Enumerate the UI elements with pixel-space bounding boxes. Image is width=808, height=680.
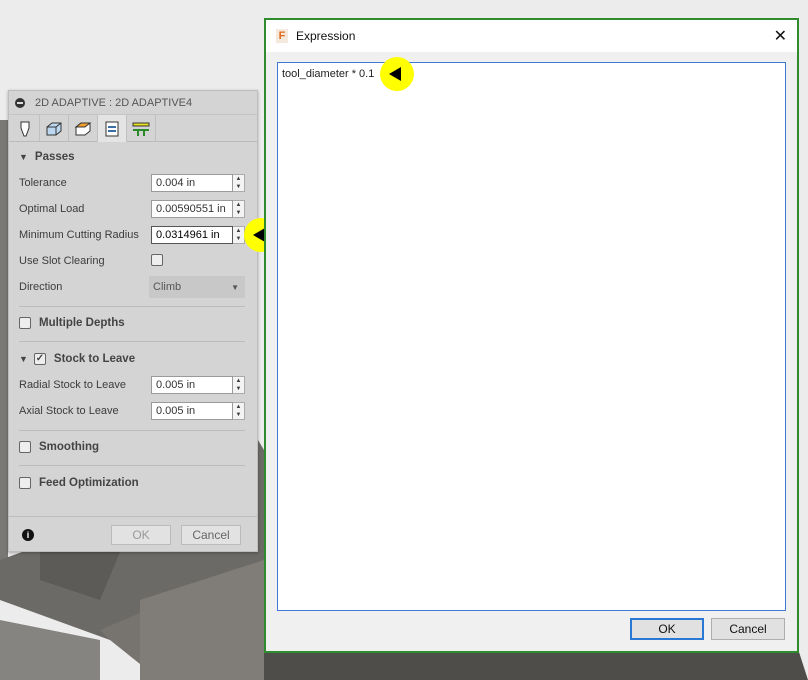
radial-stock-row: Radial Stock to Leave 0.005 in ▲ ▼ <box>19 375 245 395</box>
feed-optimization-label: Feed Optimization <box>39 477 139 489</box>
direction-value: Climb <box>153 281 182 293</box>
panel-header: 2D ADAPTIVE : 2D ADAPTIVE4 <box>9 91 257 115</box>
divider <box>19 341 245 342</box>
divider <box>9 516 257 517</box>
close-icon[interactable]: ✕ <box>774 26 787 46</box>
stock-heading: Stock to Leave <box>53 353 136 365</box>
passes-section-header[interactable]: ▼ Passes <box>19 151 75 163</box>
smoothing-section[interactable]: Smoothing <box>19 441 99 453</box>
smoothing-checkbox[interactable] <box>19 441 31 453</box>
min-radius-label: Minimum Cutting Radius <box>19 229 139 241</box>
divider <box>19 465 245 466</box>
axial-stock-spinner[interactable]: ▲ ▼ <box>233 402 245 420</box>
stock-section-header[interactable]: ▼ ✓ Stock to Leave <box>19 353 135 365</box>
geometry-icon <box>46 122 62 135</box>
dialog-ok-button[interactable]: OK <box>630 618 704 640</box>
radial-stock-spinner[interactable]: ▲ ▼ <box>233 376 245 394</box>
feed-optimization-section[interactable]: Feed Optimization <box>19 477 139 489</box>
panel-title: 2D ADAPTIVE : 2D ADAPTIVE4 <box>35 96 193 109</box>
callout-marker-icon <box>380 57 414 91</box>
panel-ok-button[interactable]: OK <box>111 525 171 545</box>
heights-tab[interactable] <box>69 115 98 142</box>
tolerance-spinner[interactable]: ▲ ▼ <box>233 174 245 192</box>
dialog-titlebar: F Expression ✕ <box>266 20 797 52</box>
heights-icon <box>74 122 92 135</box>
expression-input[interactable]: tool_diameter * 0.1 <box>277 62 786 611</box>
tolerance-row: Tolerance 0.004 in ▲ ▼ <box>19 173 245 193</box>
geometry-tab[interactable] <box>40 115 69 142</box>
adaptive-panel: 2D ADAPTIVE : 2D ADAPTIVE4 ▼ Passes Toler… <box>8 90 258 552</box>
optimal-load-input[interactable]: 0.00590551 in <box>151 200 233 218</box>
radial-stock-input[interactable]: 0.005 in <box>151 376 233 394</box>
info-icon[interactable]: i <box>22 529 34 541</box>
stock-checkbox[interactable]: ✓ <box>33 353 46 365</box>
smoothing-label: Smoothing <box>39 441 100 453</box>
tool-icon <box>20 121 30 136</box>
passes-icon <box>105 121 119 136</box>
panel-tabs <box>9 115 257 142</box>
slot-clearing-label: Use Slot Clearing <box>19 255 105 267</box>
app-logo-icon: F <box>276 29 288 43</box>
chevron-down-icon: ▼ <box>231 282 239 292</box>
min-radius-row: Minimum Cutting Radius 0.0314961 in ▲ ▼ <box>19 225 245 245</box>
multiple-depths-checkbox[interactable] <box>19 317 31 329</box>
passes-tab[interactable] <box>98 115 127 142</box>
optimal-load-row: Optimal Load 0.00590551 in ▲ ▼ <box>19 199 245 219</box>
optimal-load-label: Optimal Load <box>19 203 85 215</box>
radial-stock-label: Radial Stock to Leave <box>19 379 127 391</box>
tool-tab[interactable] <box>11 115 40 142</box>
multiple-depths-section[interactable]: Multiple Depths <box>19 317 125 329</box>
direction-row: Direction Climb ▼ <box>19 276 245 298</box>
multiple-depths-label: Multiple Depths <box>39 317 125 329</box>
expression-dialog: F Expression ✕ tool_diameter * 0.1 OK Ca… <box>264 18 799 653</box>
direction-label: Direction <box>19 281 63 293</box>
tolerance-input[interactable]: 0.004 in <box>151 174 233 192</box>
min-radius-input[interactable]: 0.0314961 in <box>151 226 233 244</box>
slot-clearing-row: Use Slot Clearing <box>19 251 245 271</box>
feed-optimization-checkbox[interactable] <box>19 477 31 489</box>
optimal-load-spinner[interactable]: ▲ ▼ <box>233 200 245 218</box>
axial-stock-input[interactable]: 0.005 in <box>151 402 233 420</box>
panel-cancel-button[interactable]: Cancel <box>181 525 241 545</box>
expression-text: tool_diameter * 0.1 <box>282 68 375 80</box>
dialog-cancel-button[interactable]: Cancel <box>711 618 785 640</box>
slot-clearing-checkbox[interactable] <box>151 253 163 266</box>
linking-tab[interactable] <box>127 115 156 142</box>
dialog-title: Expression <box>296 29 356 43</box>
axial-stock-row: Axial Stock to Leave 0.005 in ▲ ▼ <box>19 401 245 421</box>
tolerance-label: Tolerance <box>19 177 67 189</box>
axial-stock-label: Axial Stock to Leave <box>19 405 119 417</box>
linking-icon <box>132 122 150 136</box>
passes-heading: Passes <box>34 151 75 163</box>
divider <box>19 306 245 307</box>
divider <box>19 430 245 431</box>
collapse-icon[interactable] <box>15 97 25 108</box>
direction-select[interactable]: Climb ▼ <box>149 276 245 298</box>
